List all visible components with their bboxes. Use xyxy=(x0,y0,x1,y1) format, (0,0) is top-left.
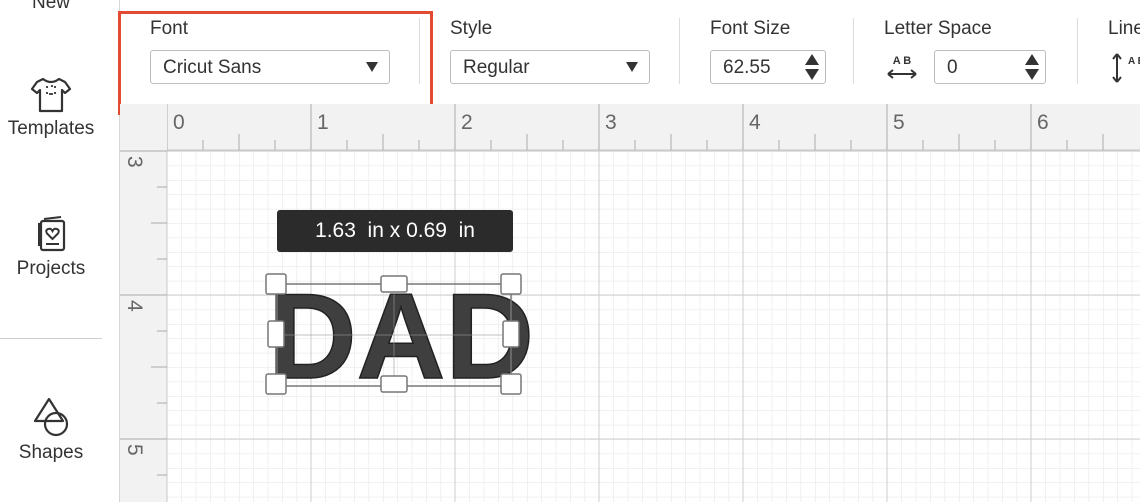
toolbar-separator xyxy=(679,18,680,84)
resize-handle-top-right[interactable] xyxy=(500,273,522,295)
increment-icon[interactable] xyxy=(1025,54,1039,65)
chevron-down-icon xyxy=(366,62,378,72)
letter-space-icon: A B xyxy=(887,55,917,79)
font-size-value: 62.55 xyxy=(723,57,771,78)
sidebar-item-label: Templates xyxy=(7,118,95,139)
sidebar-item-label: Shapes xyxy=(18,442,84,463)
sidebar-item-label: Projects xyxy=(16,258,86,279)
ruler-label: 5 xyxy=(123,444,146,456)
font-label: Font xyxy=(150,18,189,39)
style-select[interactable]: Regular xyxy=(450,50,650,84)
dimension-tooltip: 1.63 in x 0.69 in xyxy=(277,210,513,252)
line-space-icon-text: A B xyxy=(1128,56,1140,67)
ruler-label: 3 xyxy=(605,111,617,134)
ruler-label: 3 xyxy=(123,156,146,168)
line-space-label: Line xyxy=(1108,18,1140,39)
ruler-label: 4 xyxy=(749,111,761,134)
font-size-label: Font Size xyxy=(710,18,791,39)
resize-handle-bottom[interactable] xyxy=(380,375,408,393)
ruler-label: 4 xyxy=(123,300,146,312)
font-select-value: Cricut Sans xyxy=(163,57,262,78)
sidebar-item-projects[interactable]: Projects xyxy=(0,212,102,280)
left-sidebar: New Templates Projects Shapes xyxy=(0,0,120,502)
resize-handle-bottom-left[interactable] xyxy=(265,373,287,395)
letter-space-icon-text: A B xyxy=(893,55,912,67)
line-space-icon: A B xyxy=(1112,53,1140,83)
font-select[interactable]: Cricut Sans xyxy=(150,50,390,84)
ruler-label: 5 xyxy=(893,111,905,134)
sidebar-divider xyxy=(0,338,102,339)
canvas-svg[interactable]: 0 1 2 3 4 5 6 3 4 5 DAD xyxy=(120,104,1140,502)
decrement-icon[interactable] xyxy=(805,69,819,80)
stepper-arrows-icon[interactable] xyxy=(803,54,821,80)
ruler-label: 0 xyxy=(173,111,185,134)
design-canvas[interactable]: 0 1 2 3 4 5 6 3 4 5 DAD xyxy=(120,104,1140,502)
sidebar-item-label: New xyxy=(31,0,70,13)
tshirt-icon xyxy=(30,77,72,113)
letter-space-stepper[interactable]: 0 xyxy=(934,50,1046,84)
shapes-icon xyxy=(33,397,69,437)
ruler-label: 2 xyxy=(461,111,473,134)
decrement-icon[interactable] xyxy=(1025,69,1039,80)
projects-icon xyxy=(38,216,66,252)
toolbar-separator xyxy=(419,18,420,84)
ruler-label: 1 xyxy=(317,111,329,134)
ruler-corner xyxy=(120,104,167,150)
horizontal-ruler[interactable] xyxy=(167,104,1140,150)
letter-space-label: Letter Space xyxy=(884,18,992,39)
increment-icon[interactable] xyxy=(805,54,819,65)
ruler-label: 6 xyxy=(1037,111,1049,134)
toolbar-separator xyxy=(1077,18,1078,84)
resize-handle-left[interactable] xyxy=(267,320,285,348)
sidebar-item-templates[interactable]: Templates xyxy=(0,76,102,140)
style-select-value: Regular xyxy=(463,57,530,78)
stepper-arrows-icon[interactable] xyxy=(1023,54,1041,80)
sidebar-item-shapes[interactable]: Shapes xyxy=(0,396,102,464)
style-label: Style xyxy=(450,18,493,39)
resize-handle-top[interactable] xyxy=(380,275,408,293)
chevron-down-icon xyxy=(626,62,638,72)
resize-handle-right[interactable] xyxy=(502,320,520,348)
sidebar-item-new[interactable]: New xyxy=(0,0,102,14)
font-size-stepper[interactable]: 62.55 xyxy=(710,50,826,84)
resize-handle-bottom-right[interactable] xyxy=(500,373,522,395)
resize-handle-top-left[interactable] xyxy=(265,273,287,295)
toolbar-separator xyxy=(853,18,854,84)
letter-space-value: 0 xyxy=(947,57,958,78)
